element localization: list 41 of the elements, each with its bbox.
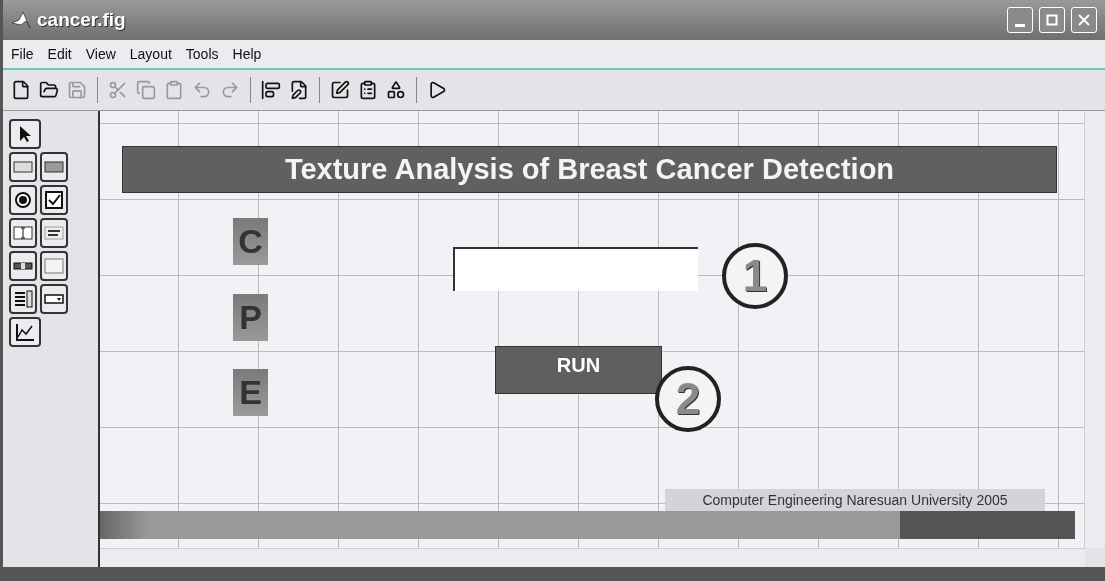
align-icon[interactable] <box>261 80 281 100</box>
play-icon[interactable] <box>427 80 447 100</box>
list-document-icon[interactable] <box>358 80 378 100</box>
toggle-button-tool-icon[interactable] <box>44 158 64 176</box>
document-pen-icon[interactable] <box>289 80 309 100</box>
vertical-scrollbar[interactable] <box>1084 111 1105 548</box>
open-folder-icon[interactable] <box>39 80 59 100</box>
maximize-button[interactable] <box>1039 7 1065 33</box>
push-button-tool-icon[interactable] <box>13 158 33 176</box>
static-text-tool-icon[interactable] <box>44 224 64 242</box>
letter-tile: E <box>233 369 268 416</box>
title-banner: Texture Analysis of Breast Cancer Detection <box>122 146 1057 193</box>
menu-item[interactable]: View <box>85 46 116 62</box>
axes-tool-icon[interactable] <box>15 323 35 341</box>
input-field[interactable] <box>453 247 698 291</box>
editor-icon[interactable] <box>330 80 350 100</box>
matlab-logo-icon <box>11 11 31 29</box>
letter-tile: C <box>233 218 268 265</box>
maximize-icon <box>1046 14 1058 26</box>
close-button[interactable] <box>1071 7 1097 33</box>
menu-item[interactable]: Edit <box>47 46 72 62</box>
letter-tile: P <box>233 294 268 341</box>
checkbox-tool-icon[interactable] <box>44 191 64 209</box>
menu-item[interactable]: Tools <box>185 46 219 62</box>
edit-text-tool-icon[interactable] <box>13 224 33 242</box>
menu-item[interactable]: Layout <box>129 46 172 62</box>
number-callout: 2 <box>655 366 721 432</box>
window-title: cancer.fig <box>37 9 126 31</box>
minimize-button[interactable] <box>1007 7 1033 33</box>
close-icon <box>1078 14 1090 26</box>
menu-item[interactable]: File <box>11 46 34 62</box>
footer-text: Computer Engineering Naresuan University 2005 <box>665 489 1045 511</box>
minimize-icon <box>1015 23 1025 27</box>
listbox-tool-icon[interactable] <box>13 290 33 308</box>
horizontal-scrollbar[interactable] <box>100 548 1085 567</box>
run-button[interactable]: RUN <box>495 346 662 394</box>
number-callout: 1 <box>722 243 788 309</box>
radio-button-tool-icon[interactable] <box>13 191 33 209</box>
new-file-icon[interactable] <box>11 80 31 100</box>
menu-item[interactable]: Help <box>232 46 262 62</box>
shapes-icon[interactable] <box>386 80 406 100</box>
